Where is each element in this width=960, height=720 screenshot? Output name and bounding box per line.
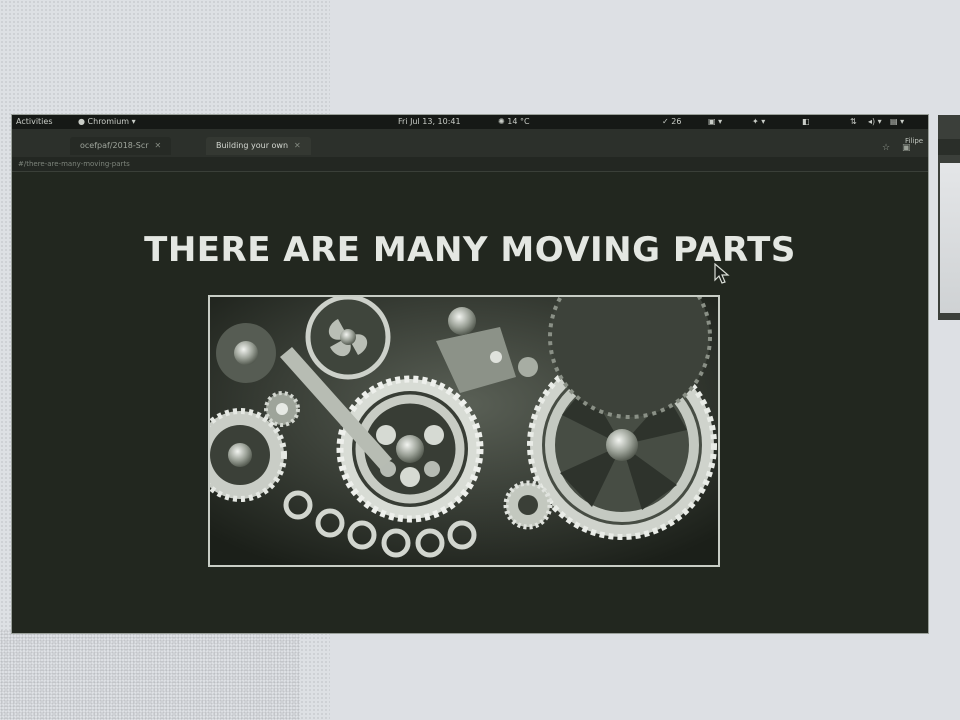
network-icon[interactable]: ⇅ <box>850 115 857 129</box>
projected-screen: Activities ● Chromium ▾ Fri Jul 13, 10:4… <box>12 115 928 633</box>
top-wheel <box>305 294 391 380</box>
close-icon[interactable]: ✕ <box>294 141 301 150</box>
notification-icon[interactable]: ◧ <box>802 115 810 129</box>
volume-icon[interactable]: ◂) ▾ <box>868 115 882 129</box>
battery-icon[interactable]: ▤ ▾ <box>890 115 904 129</box>
dropbox-icon[interactable]: ✦ ▾ <box>752 115 765 129</box>
browser-tab-strip: ocefpaf/2018-Scr ✕ Building your own ✕ ☆ ▣ <box>12 129 928 157</box>
address-bar[interactable]: #/there-are-many-moving-parts <box>12 157 928 172</box>
side-window <box>938 115 960 320</box>
clock[interactable]: Fri Jul 13, 10:41 <box>398 115 461 129</box>
side-window-label: Filipe <box>905 137 924 145</box>
updates-indicator[interactable]: ✓ 26 <box>662 115 681 129</box>
gears-image <box>193 255 720 567</box>
mouse-pointer-icon <box>714 262 730 289</box>
center-gear <box>336 375 484 523</box>
tab-building-your-own[interactable]: Building your own ✕ <box>206 137 311 155</box>
tab-label: Building your own <box>216 141 289 150</box>
close-icon[interactable]: ✕ <box>155 141 162 150</box>
slide: THERE ARE MANY MOVING PARTS <box>12 172 928 633</box>
gears-illustration <box>193 255 718 565</box>
tab-ocefpaf[interactable]: ocefpaf/2018-Scr ✕ <box>70 137 172 155</box>
tab-label: ocefpaf/2018-Scr <box>80 141 149 150</box>
activities-button[interactable]: Activities <box>16 115 53 129</box>
projection-background-lower <box>0 630 300 720</box>
weather-indicator[interactable]: ✺ 14 °C <box>498 115 530 129</box>
star-icon[interactable]: ☆ <box>882 143 890 153</box>
slide-title: THERE ARE MANY MOVING PARTS <box>144 230 796 270</box>
address-text: #/there-are-many-moving-parts <box>18 160 130 168</box>
chromium-app-menu[interactable]: ● Chromium ▾ <box>78 115 136 129</box>
side-window-toolbar <box>938 139 960 155</box>
side-window-content <box>940 163 960 313</box>
gnome-top-bar: Activities ● Chromium ▾ Fri Jul 13, 10:4… <box>12 115 928 129</box>
keyboard-icon[interactable]: ▣ ▾ <box>708 115 722 129</box>
